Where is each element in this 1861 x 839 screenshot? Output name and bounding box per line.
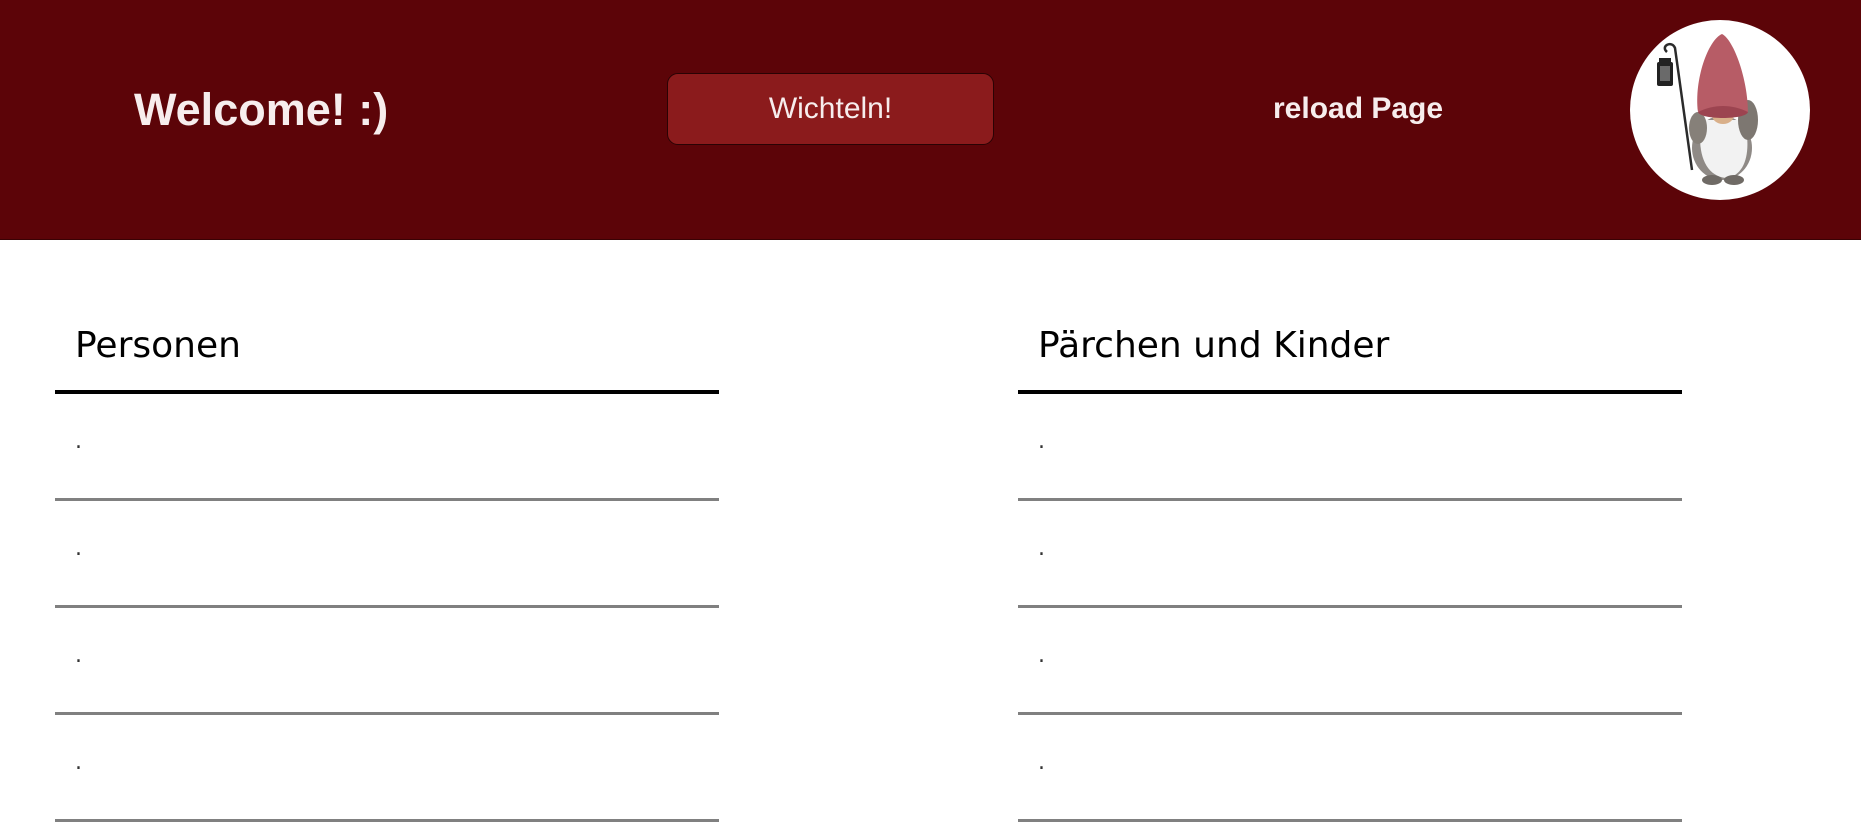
list-item: . xyxy=(55,501,719,608)
reload-page-link[interactable]: reload Page xyxy=(1273,89,1443,129)
list-item: . xyxy=(1018,394,1682,501)
paerchen-und-kinder-list: Pärchen und Kinder . . . . xyxy=(1018,310,1682,822)
list-item: . xyxy=(55,394,719,501)
paerchen-list-title: Pärchen und Kinder xyxy=(1018,310,1682,394)
wichteln-button[interactable]: Wichteln! xyxy=(667,73,994,145)
list-item: . xyxy=(55,608,719,715)
avatar xyxy=(1630,20,1810,200)
list-item: . xyxy=(1018,715,1682,822)
header-bar: Welcome! :) Wichteln! reload Page xyxy=(0,0,1861,240)
list-item: . xyxy=(1018,501,1682,608)
list-item: . xyxy=(1018,608,1682,715)
personen-list-title: Personen xyxy=(55,310,719,394)
welcome-heading: Welcome! :) xyxy=(134,84,389,135)
gnome-figurine-icon xyxy=(1657,34,1758,185)
list-item: . xyxy=(55,715,719,822)
personen-list: Personen . . . . xyxy=(55,310,719,822)
